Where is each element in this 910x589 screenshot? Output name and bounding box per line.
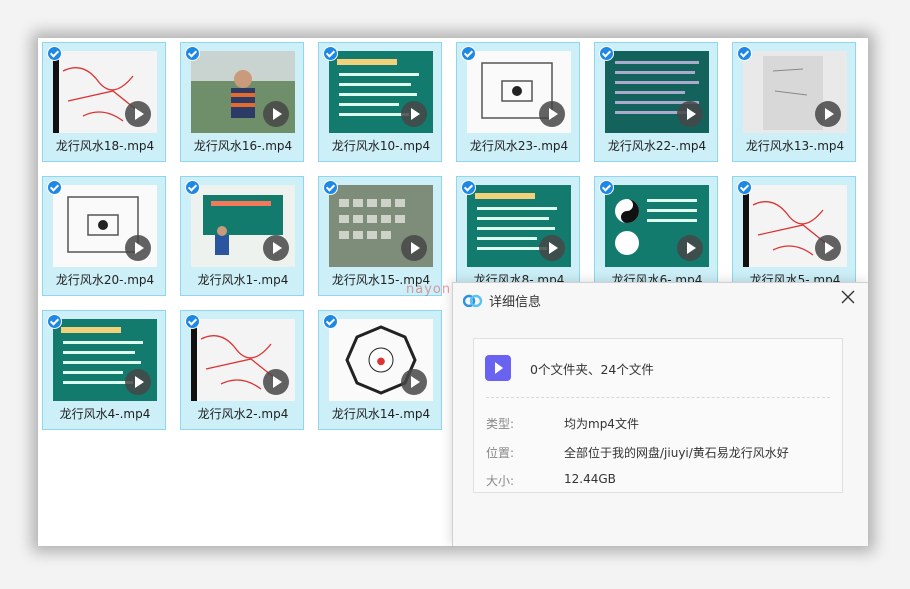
selected-check-icon[interactable] bbox=[323, 314, 338, 329]
divider bbox=[486, 397, 830, 398]
file-name: 龙行风水22-.mp4 bbox=[607, 139, 707, 153]
file-name: 龙行风水10-.mp4 bbox=[331, 139, 431, 153]
file-tile[interactable]: 龙行风水22-.mp4 bbox=[594, 42, 718, 162]
video-thumbnail bbox=[605, 51, 709, 133]
location-value: 全部位于我的网盘/jiuyi/黄石易龙行风水好 bbox=[564, 446, 789, 460]
video-thumbnail bbox=[53, 51, 157, 133]
video-thumbnail: ● bbox=[329, 319, 433, 401]
play-icon[interactable] bbox=[125, 235, 151, 261]
selection-summary: 0个文件夹、24个文件 bbox=[530, 362, 654, 377]
selected-check-icon[interactable] bbox=[461, 46, 476, 61]
file-name: 龙行风水18-.mp4 bbox=[55, 139, 155, 153]
video-thumbnail bbox=[467, 185, 571, 267]
file-tile[interactable]: 龙行风水16-.mp4 bbox=[180, 42, 304, 162]
cloud-logo-icon bbox=[462, 292, 483, 311]
play-icon[interactable] bbox=[677, 235, 703, 261]
file-name: 龙行风水4-.mp4 bbox=[59, 407, 151, 421]
file-name: 龙行风水13-.mp4 bbox=[745, 139, 845, 153]
location-label: 位置: bbox=[486, 446, 515, 460]
play-icon[interactable] bbox=[125, 101, 151, 127]
size-label: 大小: bbox=[486, 474, 515, 488]
selected-check-icon[interactable] bbox=[599, 46, 614, 61]
play-icon[interactable] bbox=[539, 101, 565, 127]
file-tile[interactable]: 龙行风水1-.mp4 bbox=[180, 176, 304, 296]
video-thumbnail bbox=[743, 51, 847, 133]
type-value: 均为mp4文件 bbox=[564, 417, 639, 431]
file-tile[interactable]: 龙行风水20-.mp4 bbox=[42, 176, 166, 296]
size-value: 12.44GB bbox=[564, 472, 616, 486]
play-icon[interactable] bbox=[815, 101, 841, 127]
play-icon[interactable] bbox=[539, 235, 565, 261]
video-thumbnail bbox=[329, 51, 433, 133]
selected-check-icon[interactable] bbox=[461, 180, 476, 195]
play-icon[interactable] bbox=[401, 235, 427, 261]
details-card: 0个文件夹、24个文件 类型: 均为mp4文件 位置: 全部位于我的网盘/jiu… bbox=[473, 338, 843, 493]
file-tile[interactable]: 龙行风水4-.mp4 bbox=[42, 310, 166, 430]
file-tile[interactable]: 龙行风水10-.mp4 bbox=[318, 42, 442, 162]
play-icon[interactable] bbox=[263, 369, 289, 395]
file-browser-window: 龙行风水18-.mp4 龙行风水16-.mp4 龙行风水10-.mp4 龙行风水23-… bbox=[38, 38, 868, 546]
file-tile[interactable]: 龙行风水18-.mp4 bbox=[42, 42, 166, 162]
file-tile[interactable]: 龙行风水5-.mp4 bbox=[732, 176, 856, 296]
play-icon[interactable] bbox=[263, 101, 289, 127]
file-tile[interactable]: 龙行风水8-.mp4 bbox=[456, 176, 580, 296]
details-panel-title: 详细信息 bbox=[489, 295, 542, 310]
selected-check-icon[interactable] bbox=[47, 314, 62, 329]
file-name: 龙行风水14-.mp4 bbox=[331, 407, 431, 421]
selected-check-icon[interactable] bbox=[323, 46, 338, 61]
file-tile[interactable]: 龙行风水23-.mp4 bbox=[456, 42, 580, 162]
selected-check-icon[interactable] bbox=[47, 180, 62, 195]
selected-check-icon[interactable] bbox=[185, 46, 200, 61]
selected-check-icon[interactable] bbox=[599, 180, 614, 195]
file-name: 龙行风水23-.mp4 bbox=[469, 139, 569, 153]
selected-check-icon[interactable] bbox=[737, 46, 752, 61]
file-name: 龙行风水1-.mp4 bbox=[197, 273, 289, 287]
type-label: 类型: bbox=[486, 417, 515, 431]
file-tile[interactable]: 龙行风水13-.mp4 bbox=[732, 42, 856, 162]
file-tile[interactable]: 龙行风水15-.mp4 bbox=[318, 176, 442, 296]
video-thumbnail bbox=[53, 185, 157, 267]
video-thumbnail bbox=[191, 319, 295, 401]
file-name: 龙行风水2-.mp4 bbox=[197, 407, 289, 421]
selected-check-icon[interactable] bbox=[185, 180, 200, 195]
selected-check-icon[interactable] bbox=[323, 180, 338, 195]
video-thumbnail bbox=[605, 185, 709, 267]
video-thumbnail bbox=[743, 185, 847, 267]
play-icon[interactable] bbox=[677, 101, 703, 127]
details-panel-header: 详细信息 bbox=[453, 283, 868, 317]
file-name: 龙行风水16-.mp4 bbox=[193, 139, 293, 153]
selected-check-icon[interactable] bbox=[737, 180, 752, 195]
video-thumbnail bbox=[191, 185, 295, 267]
play-icon[interactable] bbox=[263, 235, 289, 261]
video-thumbnail bbox=[53, 319, 157, 401]
video-thumbnail bbox=[191, 51, 295, 133]
file-tile[interactable]: 龙行风水2-.mp4 bbox=[180, 310, 304, 430]
play-icon[interactable] bbox=[401, 369, 427, 395]
play-icon[interactable] bbox=[125, 369, 151, 395]
selected-check-icon[interactable] bbox=[185, 314, 200, 329]
svg-text:●: ● bbox=[377, 356, 386, 367]
video-thumbnail bbox=[467, 51, 571, 133]
file-tile[interactable]: 龙行风水6-.mp4 bbox=[594, 176, 718, 296]
selected-check-icon[interactable] bbox=[47, 46, 62, 61]
play-icon[interactable] bbox=[401, 101, 427, 127]
video-file-icon bbox=[485, 355, 511, 381]
close-icon[interactable] bbox=[838, 287, 858, 307]
play-icon[interactable] bbox=[815, 235, 841, 261]
video-thumbnail bbox=[329, 185, 433, 267]
file-tile[interactable]: ● 龙行风水14-.mp4 bbox=[318, 310, 442, 430]
file-name: 龙行风水20-.mp4 bbox=[55, 273, 155, 287]
details-panel: 详细信息 0个文件夹、24个文件 类型: 均为mp4文件 位置: 全部位于我的网… bbox=[452, 282, 868, 546]
